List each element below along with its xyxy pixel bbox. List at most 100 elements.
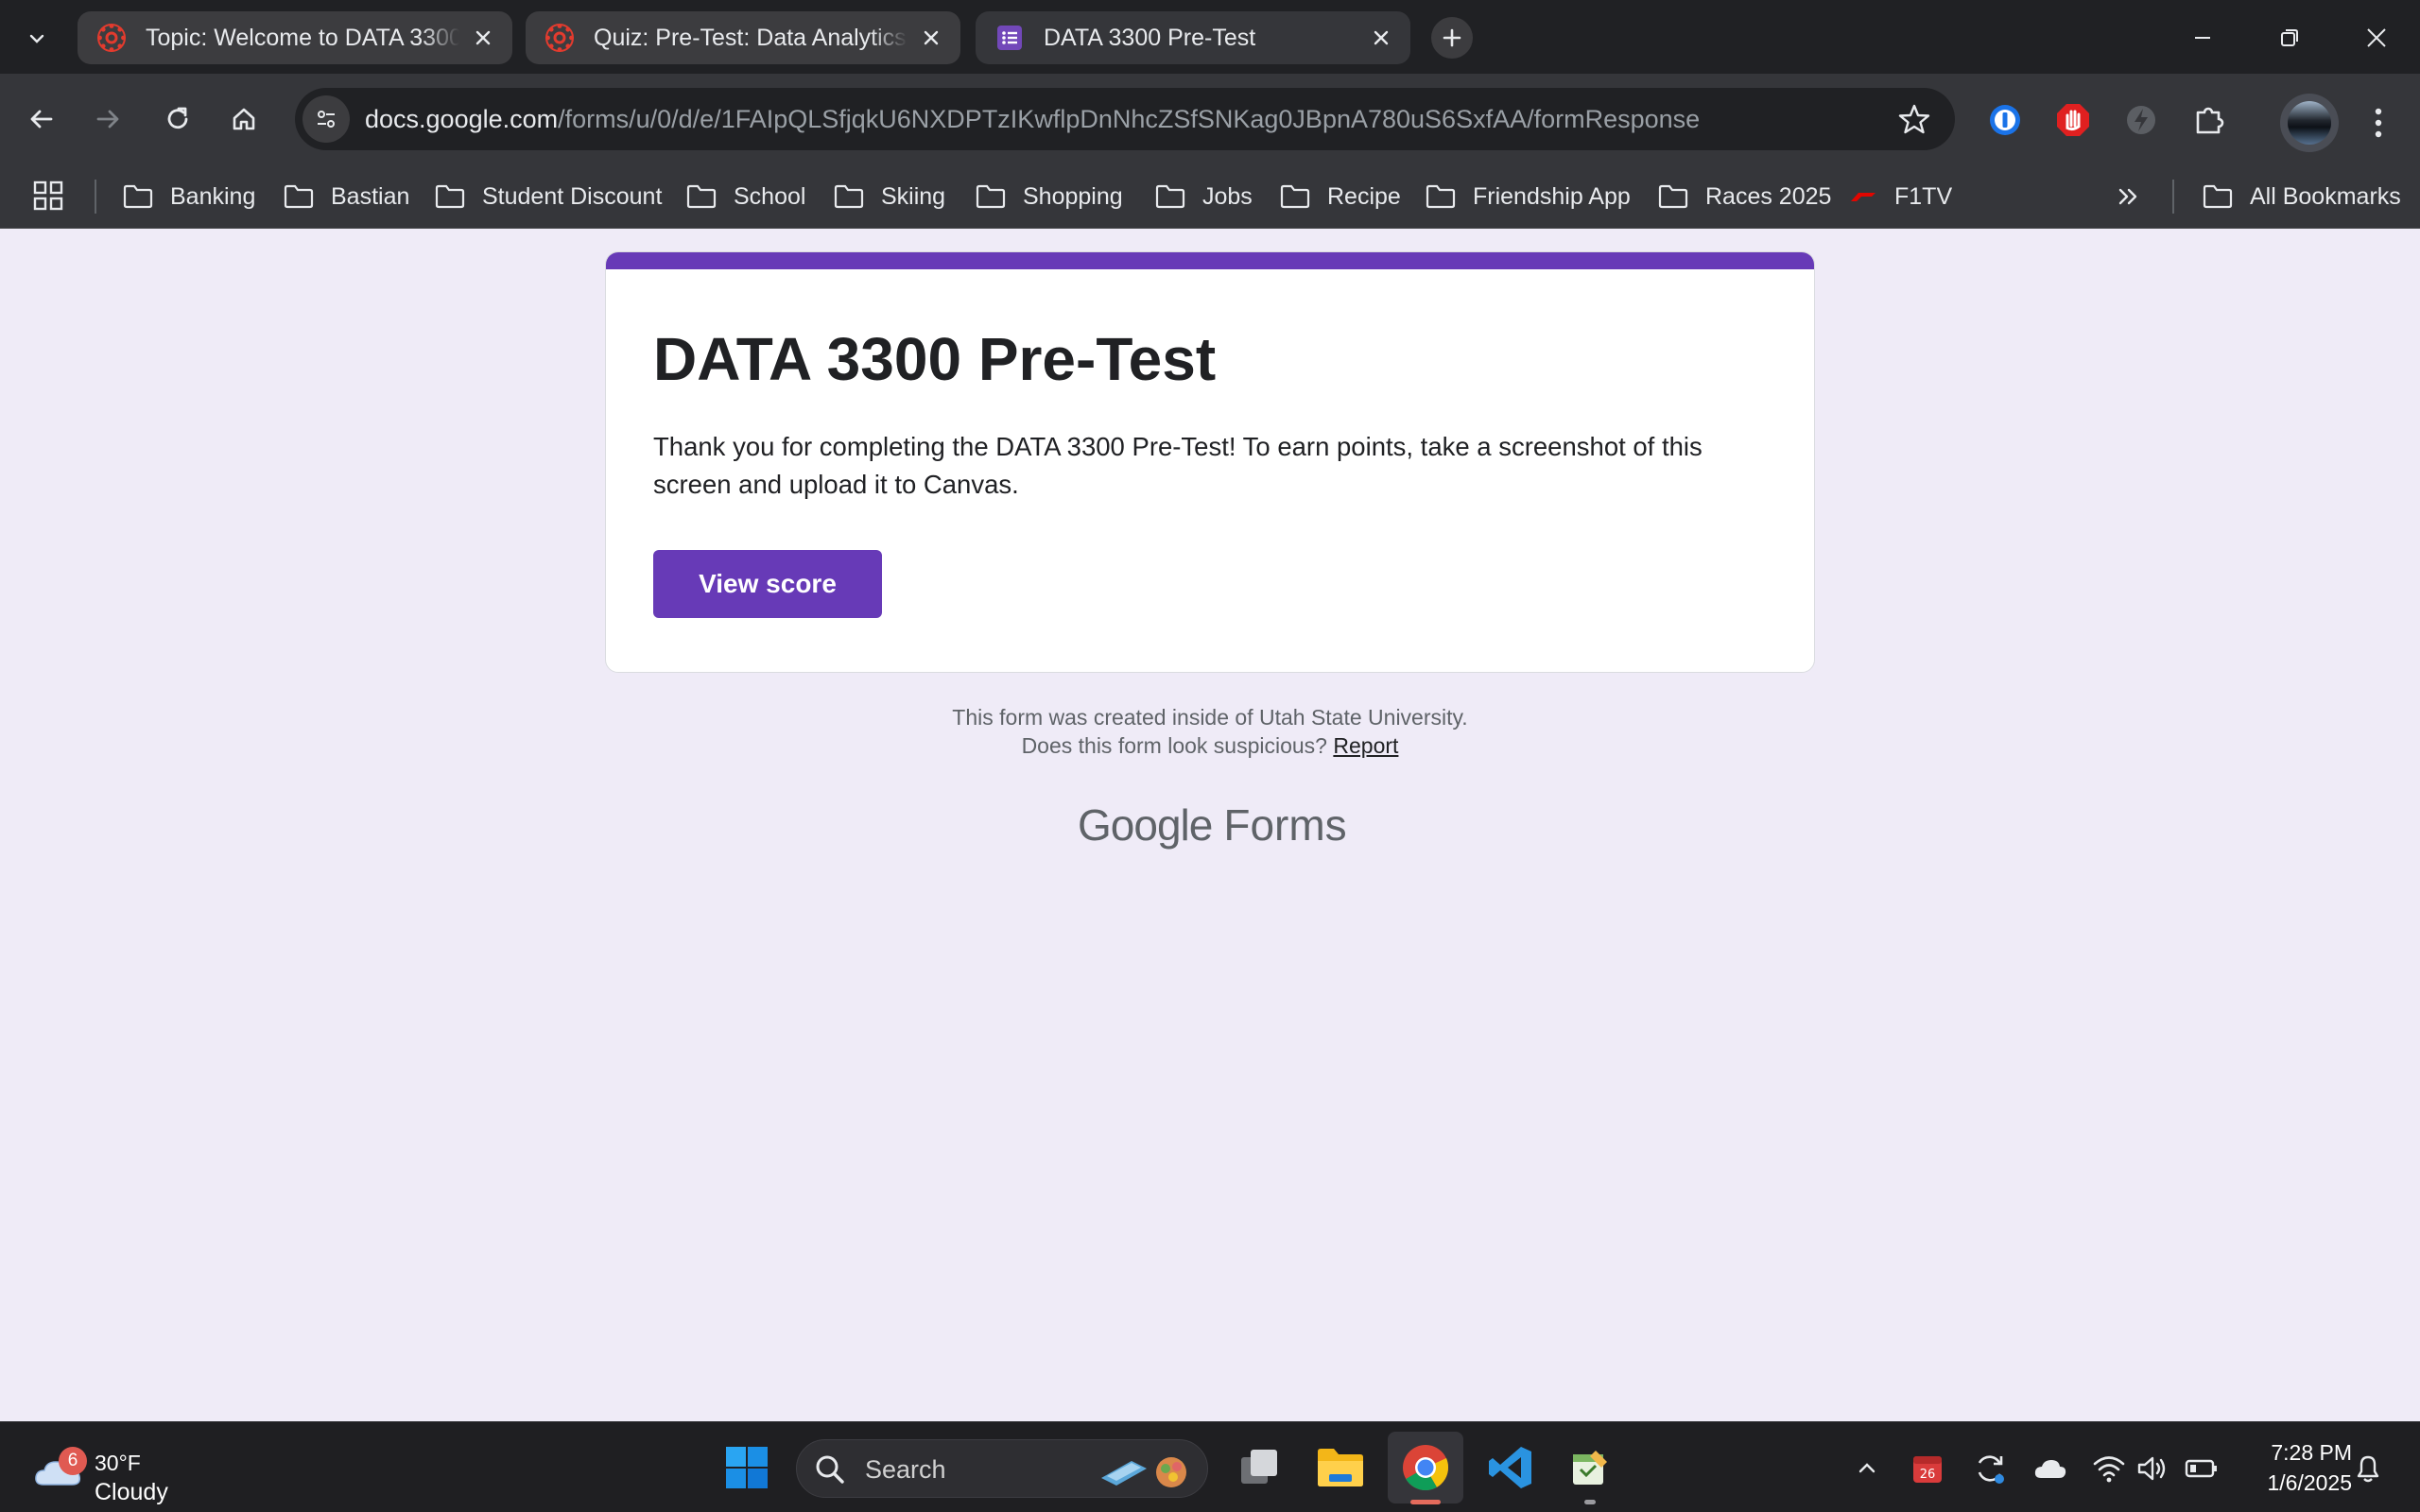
- form-title: DATA 3300 Pre-Test: [653, 325, 1217, 393]
- tab-search-button[interactable]: [17, 19, 57, 59]
- bookmark-star-icon[interactable]: [1898, 103, 1930, 135]
- bookmark-student-discount[interactable]: Student Discount: [435, 178, 662, 215]
- view-score-button[interactable]: View score: [653, 550, 882, 618]
- close-tab-icon[interactable]: [915, 22, 947, 54]
- search-icon: [816, 1455, 844, 1484]
- start-button[interactable]: [720, 1441, 773, 1494]
- vscode-taskbar-button[interactable]: [1484, 1441, 1537, 1494]
- tab-strip: Topic: Welcome to DATA 3300 & Orientatio…: [0, 0, 2420, 74]
- bookmark-label: Banking: [170, 182, 256, 210]
- close-tab-icon[interactable]: [467, 22, 499, 54]
- folder-icon: [1658, 184, 1688, 209]
- avatar: [2288, 101, 2331, 145]
- address-bar[interactable]: docs.google.com/forms/u/0/d/e/1FAIpQLSfj…: [295, 88, 1955, 150]
- app-running-indicator: [1584, 1500, 1596, 1504]
- apps-grid-icon[interactable]: [32, 180, 64, 212]
- folder-icon: [686, 184, 717, 209]
- tab-pretest[interactable]: DATA 3300 Pre-Test: [976, 11, 1410, 64]
- tab-title: Quiz: Pre-Test: Data Analytics: [594, 24, 907, 51]
- bookmark-banking[interactable]: Banking: [123, 178, 255, 215]
- sync-tray-icon[interactable]: [1972, 1451, 2008, 1486]
- notepad-app-taskbar-button[interactable]: [1564, 1441, 1616, 1494]
- tab-welcome[interactable]: Topic: Welcome to DATA 3300 & Orientatio…: [78, 11, 512, 64]
- reload-button[interactable]: [155, 96, 200, 142]
- tab-title: DATA 3300 Pre-Test: [1044, 24, 1256, 51]
- close-window-button[interactable]: [2348, 13, 2405, 62]
- form-response-card: DATA 3300 Pre-Test Thank you for complet…: [605, 251, 1815, 673]
- bell-icon: [2357, 1455, 2379, 1483]
- suspicious-line: Does this form look suspicious? Report: [605, 731, 1815, 760]
- onedrive-tray-icon[interactable]: [2032, 1451, 2068, 1486]
- home-icon: [233, 108, 255, 130]
- weather-condition: Cloudy: [95, 1479, 168, 1505]
- bookmark-recipe[interactable]: Recipe: [1280, 178, 1401, 215]
- bookmark-school[interactable]: School: [686, 178, 805, 215]
- google-forms-logo[interactable]: Google Forms: [1078, 799, 1347, 850]
- tab-title: Topic: Welcome to DATA 3300 & Orientatio…: [146, 24, 459, 51]
- weather-widget[interactable]: 6 30°F Cloudy: [26, 1439, 216, 1505]
- folder-icon: [1426, 184, 1456, 209]
- folder-icon: [435, 184, 465, 209]
- sync-icon: [1978, 1455, 2004, 1484]
- bookmark-friendship-app[interactable]: Friendship App: [1426, 178, 1631, 215]
- bookmark-label: Student Discount: [482, 182, 663, 210]
- site-info-button[interactable]: [302, 95, 350, 143]
- bookmarks-divider: [2172, 180, 2174, 214]
- search-label: Search: [865, 1455, 946, 1484]
- report-link[interactable]: Report: [1333, 733, 1398, 758]
- file-explorer-button[interactable]: [1314, 1441, 1367, 1494]
- search-highlight-art-icon: [1101, 1457, 1186, 1487]
- show-hidden-icons-button[interactable]: [1849, 1451, 1885, 1486]
- bookmark-label: All Bookmarks: [2250, 182, 2401, 210]
- home-button[interactable]: [221, 96, 267, 142]
- clock-date: 1/6/2025: [2267, 1470, 2352, 1495]
- arrow-right-icon: [96, 110, 119, 129]
- bookmark-jobs[interactable]: Jobs: [1155, 178, 1253, 215]
- new-tab-button[interactable]: [1431, 17, 1473, 59]
- bookmark-f1tv[interactable]: F1TV: [1849, 178, 1952, 215]
- chevron-down-icon: [29, 34, 44, 43]
- kebab-menu-icon: [2375, 108, 2382, 138]
- bookmark-label: F1TV: [1894, 182, 1953, 210]
- google-forms-icon: [997, 26, 1022, 50]
- forward-button[interactable]: [85, 96, 130, 142]
- close-tab-icon[interactable]: [1365, 22, 1397, 54]
- bookmark-skiing[interactable]: Skiing: [834, 178, 945, 215]
- folder-icon: [284, 184, 314, 209]
- bookmark-bastian[interactable]: Bastian: [284, 178, 409, 215]
- cloud-icon: [2034, 1460, 2066, 1478]
- suspicious-text: Does this form look suspicious?: [1021, 733, 1327, 758]
- browser-menu-button[interactable]: [2360, 102, 2397, 144]
- all-bookmarks[interactable]: All Bookmarks: [2203, 178, 2401, 215]
- stop-hand-icon: [2057, 104, 2089, 136]
- wifi-tray-icon[interactable]: [2091, 1451, 2127, 1486]
- disabled-extension[interactable]: [2121, 100, 2161, 140]
- minimize-button[interactable]: [2174, 13, 2231, 62]
- notifications-button[interactable]: [2350, 1451, 2386, 1486]
- system-clock[interactable]: 7:28 PM 1/6/2025: [2229, 1437, 2352, 1498]
- extensions-button[interactable]: [2189, 100, 2229, 140]
- folder-icon: [1280, 184, 1310, 209]
- restore-button[interactable]: [2261, 13, 2318, 62]
- calendar-badge: 26: [1920, 1468, 1936, 1482]
- more-bookmarks-button[interactable]: [2112, 180, 2146, 214]
- arrow-left-icon: [30, 110, 53, 129]
- chrome-taskbar-button[interactable]: [1399, 1441, 1452, 1494]
- bookmark-shopping[interactable]: Shopping: [976, 178, 1123, 215]
- profile-avatar[interactable]: [2280, 94, 2339, 152]
- tab-quiz[interactable]: Quiz: Pre-Test: Data Analytics: [526, 11, 960, 64]
- taskbar-search[interactable]: Search: [796, 1439, 1208, 1498]
- url-text[interactable]: docs.google.com/forms/u/0/d/e/1FAIpQLSfj…: [365, 105, 1700, 134]
- password-manager-extension[interactable]: [1985, 100, 2025, 140]
- back-button[interactable]: [19, 96, 64, 142]
- task-view-button[interactable]: [1233, 1441, 1286, 1494]
- bookmark-races-2025[interactable]: Races 2025: [1658, 178, 1831, 215]
- volume-tray-icon[interactable]: [2135, 1451, 2170, 1486]
- canvas-logo-icon: [97, 24, 126, 52]
- battery-tray-icon[interactable]: [2184, 1451, 2220, 1486]
- plus-icon: [1443, 28, 1461, 47]
- calendar-tray-icon[interactable]: 26: [1910, 1451, 1945, 1486]
- bolt-icon: [2127, 106, 2155, 134]
- adblock-extension[interactable]: [2053, 100, 2093, 140]
- f1-logo-icon: [1851, 193, 1876, 201]
